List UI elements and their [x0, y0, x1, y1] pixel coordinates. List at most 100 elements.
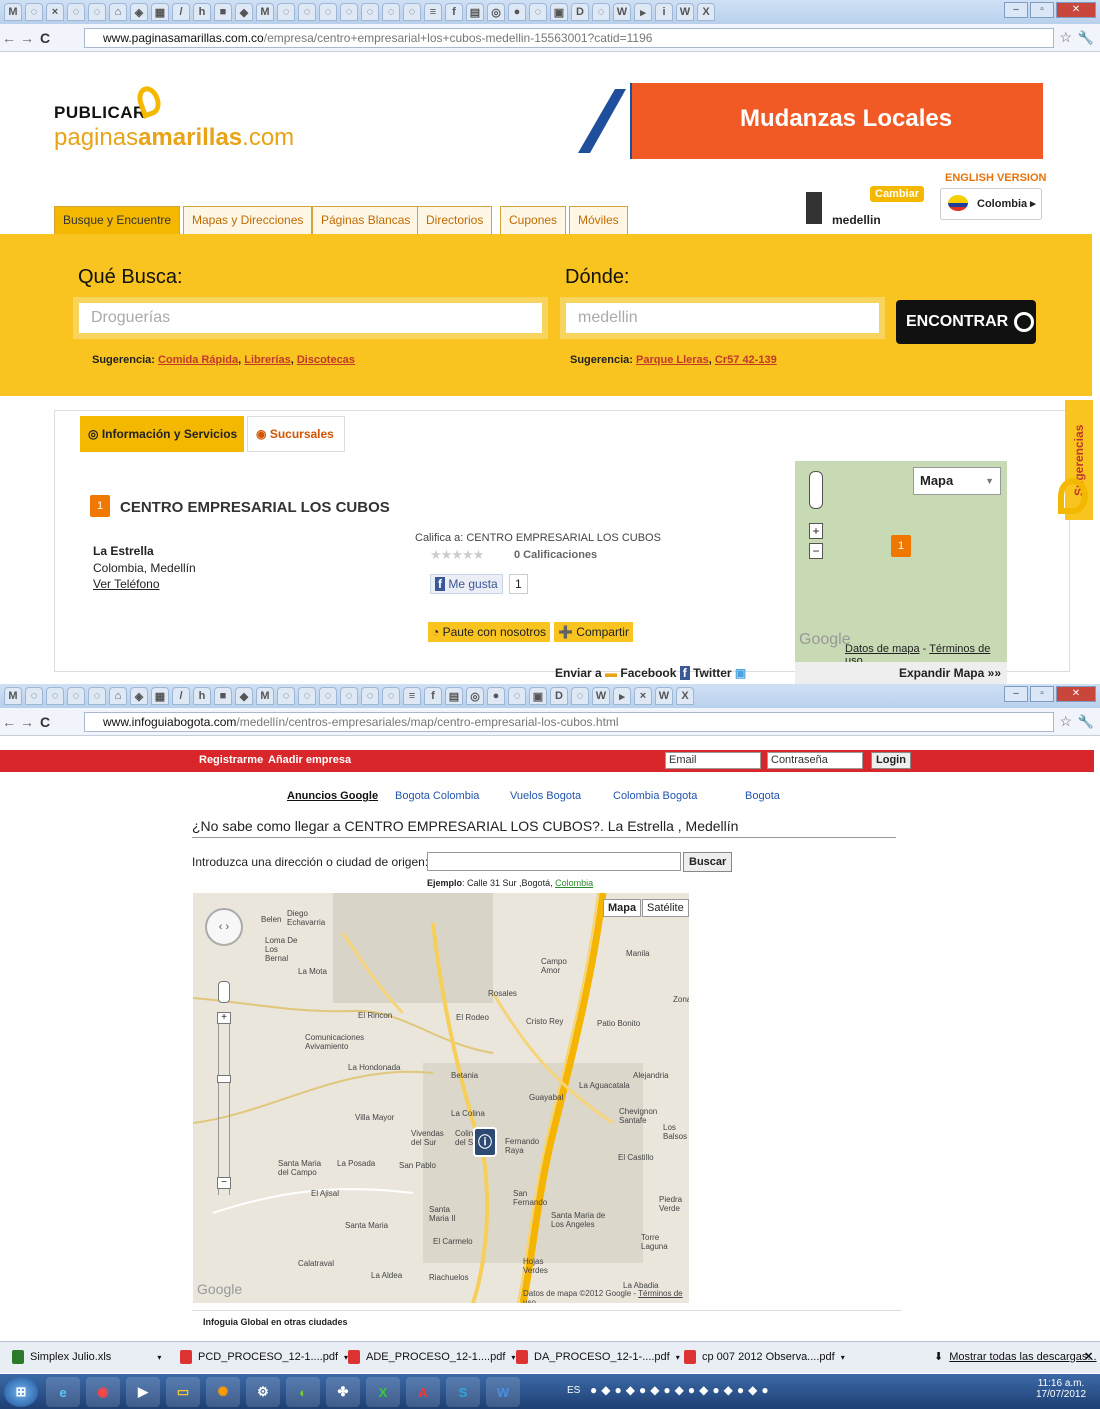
ad-link-bogota[interactable]: Bogota	[745, 790, 780, 802]
tab-icon[interactable]: W	[676, 3, 694, 21]
maximize-button[interactable]: ▫	[1030, 686, 1054, 702]
origin-input[interactable]	[427, 852, 681, 871]
download-item[interactable]: cp 007 2012 Observa....pdf ▾	[684, 1350, 845, 1364]
tab-icon[interactable]: ≡	[403, 687, 421, 705]
window-close-button[interactable]: ✕	[1056, 686, 1096, 702]
tab-icon[interactable]: i	[655, 3, 673, 21]
ie-icon[interactable]: e	[46, 1377, 80, 1407]
tab-mapas-direcciones[interactable]: Mapas y Direcciones	[183, 206, 313, 234]
tab-icon[interactable]: /	[172, 687, 190, 705]
tab-icon[interactable]: ◌	[25, 687, 43, 705]
start-button[interactable]: ⊞	[4, 1377, 38, 1407]
tab-icon[interactable]: ◌	[298, 687, 316, 705]
tab-icon[interactable]: ◎	[466, 687, 484, 705]
tab-icon[interactable]: f	[424, 687, 442, 705]
expandir-mapa-link[interactable]: Expandir Mapa »»	[795, 662, 1007, 684]
tab-icon[interactable]: ◌	[340, 687, 358, 705]
mapa-button[interactable]: Mapa	[603, 899, 642, 917]
ejemplo-link[interactable]: Colombia	[555, 878, 593, 888]
pegman-icon[interactable]	[809, 471, 823, 509]
location-marker-icon[interactable]: ⓘ	[473, 1127, 497, 1157]
ver-telefono-link[interactable]: Ver Teléfono	[93, 577, 160, 591]
tab-icon[interactable]: ▦	[151, 687, 169, 705]
download-item[interactable]: ADE_PROCESO_12-1....pdf ▾	[348, 1350, 515, 1364]
tab-icon[interactable]: ⌂	[109, 687, 127, 705]
anuncios-google-link[interactable]: Anuncios Google	[287, 790, 378, 802]
tab-icon[interactable]: ◆	[235, 687, 253, 705]
tab-icon[interactable]: ▤	[466, 3, 484, 21]
map-type-select[interactable]: Mapa ▼	[913, 467, 1001, 495]
media-player-icon[interactable]: ▶	[126, 1377, 160, 1407]
app-icon[interactable]: ⚙	[246, 1377, 280, 1407]
tab-icon[interactable]: W	[613, 3, 631, 21]
ad-link-bogota-colombia[interactable]: Bogota Colombia	[395, 790, 479, 802]
clock[interactable]: 11:16 a.m. 17/07/2012	[1036, 1378, 1086, 1400]
download-item[interactable]: DA_PROCESO_12-1-....pdf ▾	[516, 1350, 680, 1364]
map-marker[interactable]: 1	[891, 535, 911, 557]
tab-icon[interactable]: ◌	[67, 687, 85, 705]
tab-icon[interactable]: ◌	[382, 3, 400, 21]
download-item[interactable]: Simplex Julio.xls ▾	[12, 1350, 161, 1364]
excel-icon[interactable]: X	[366, 1377, 400, 1407]
app-icon[interactable]: ◐	[286, 1377, 320, 1407]
tab-icon[interactable]: ▣	[529, 687, 547, 705]
reload-icon[interactable]: C	[36, 714, 54, 730]
close-tab-icon[interactable]: ×	[634, 687, 652, 705]
tab-informacion-servicios[interactable]: ◎ Información y Servicios	[80, 416, 244, 452]
tab-icon[interactable]: h	[193, 3, 211, 21]
minimize-button[interactable]: –	[1004, 686, 1028, 702]
pan-control[interactable]: ‹ ›	[205, 908, 243, 946]
tab-icon[interactable]: /	[172, 3, 190, 21]
paute-button[interactable]: ◔ Paute con nosotros	[428, 622, 550, 642]
tab-icon[interactable]: ▸	[613, 687, 631, 705]
zoom-in-button[interactable]: +	[809, 523, 823, 539]
tab-cupones[interactable]: Cupones	[500, 206, 567, 234]
zoom-in-button[interactable]: +	[217, 1012, 231, 1024]
tab-icon[interactable]: ◌	[277, 687, 295, 705]
back-icon[interactable]: ←	[0, 30, 18, 46]
wrench-icon[interactable]: 🔧	[1078, 30, 1094, 46]
tab-icon[interactable]: ◌	[319, 687, 337, 705]
tab-icon[interactable]: ◌	[46, 687, 64, 705]
tab-icon[interactable]: ◌	[382, 687, 400, 705]
tab-icon[interactable]: ▤	[445, 687, 463, 705]
tab-icon[interactable]: D	[550, 687, 568, 705]
app-icon[interactable]: ✤	[326, 1377, 360, 1407]
chrome-icon[interactable]: ◉	[86, 1377, 120, 1407]
tab-icon[interactable]: M	[256, 3, 274, 21]
gmail-tab-icon[interactable]: M	[4, 687, 22, 705]
me-gusta-button[interactable]: f Me gusta	[430, 574, 503, 594]
tab-moviles[interactable]: Móviles	[569, 206, 628, 234]
gmail-tab-icon[interactable]: M	[4, 3, 22, 21]
skype-icon[interactable]: S	[446, 1377, 480, 1407]
close-downloads-icon[interactable]: ✕	[1084, 1350, 1093, 1363]
tab-icon[interactable]: ◌	[319, 3, 337, 21]
tab-icon[interactable]: ◌	[403, 3, 421, 21]
tab-icon[interactable]: ◌	[592, 3, 610, 21]
tab-icon[interactable]: ■	[214, 687, 232, 705]
compartir-button[interactable]: ➕ Compartir	[554, 622, 633, 642]
forward-icon[interactable]: →	[18, 714, 36, 730]
tab-sucursales[interactable]: ◉ Sucursales	[247, 416, 345, 452]
app-sun-icon[interactable]: ✺	[206, 1377, 240, 1407]
listing-map[interactable]: + − Mapa ▼ 1 Google Datos de mapa - Térmi…	[795, 461, 1007, 667]
tab-icon[interactable]: ◌	[298, 3, 316, 21]
tab-icon[interactable]: W	[655, 687, 673, 705]
reload-icon[interactable]: C	[36, 30, 54, 46]
sug-librerias-link[interactable]: Librerías	[244, 354, 290, 366]
tab-icon[interactable]: ◈	[130, 3, 148, 21]
maximize-button[interactable]: ▫	[1030, 2, 1054, 18]
listing-name[interactable]: CENTRO EMPRESARIAL LOS CUBOS	[120, 499, 390, 516]
tab-icon[interactable]: ▸	[634, 3, 652, 21]
tab-icon[interactable]: ◌	[67, 3, 85, 21]
explorer-icon[interactable]: ▭	[166, 1377, 200, 1407]
tab-icon[interactable]: h	[193, 687, 211, 705]
back-icon[interactable]: ←	[0, 714, 18, 730]
close-tab-icon[interactable]: ×	[46, 3, 64, 21]
acrobat-icon[interactable]: A	[406, 1377, 440, 1407]
sug-parque-lleras-link[interactable]: Parque Lleras	[636, 354, 709, 366]
zoom-out-button[interactable]: −	[809, 543, 823, 559]
buscar-button[interactable]: Buscar	[683, 852, 733, 872]
tab-icon[interactable]: ◌	[88, 3, 106, 21]
facebook-icon[interactable]: f	[679, 666, 690, 680]
